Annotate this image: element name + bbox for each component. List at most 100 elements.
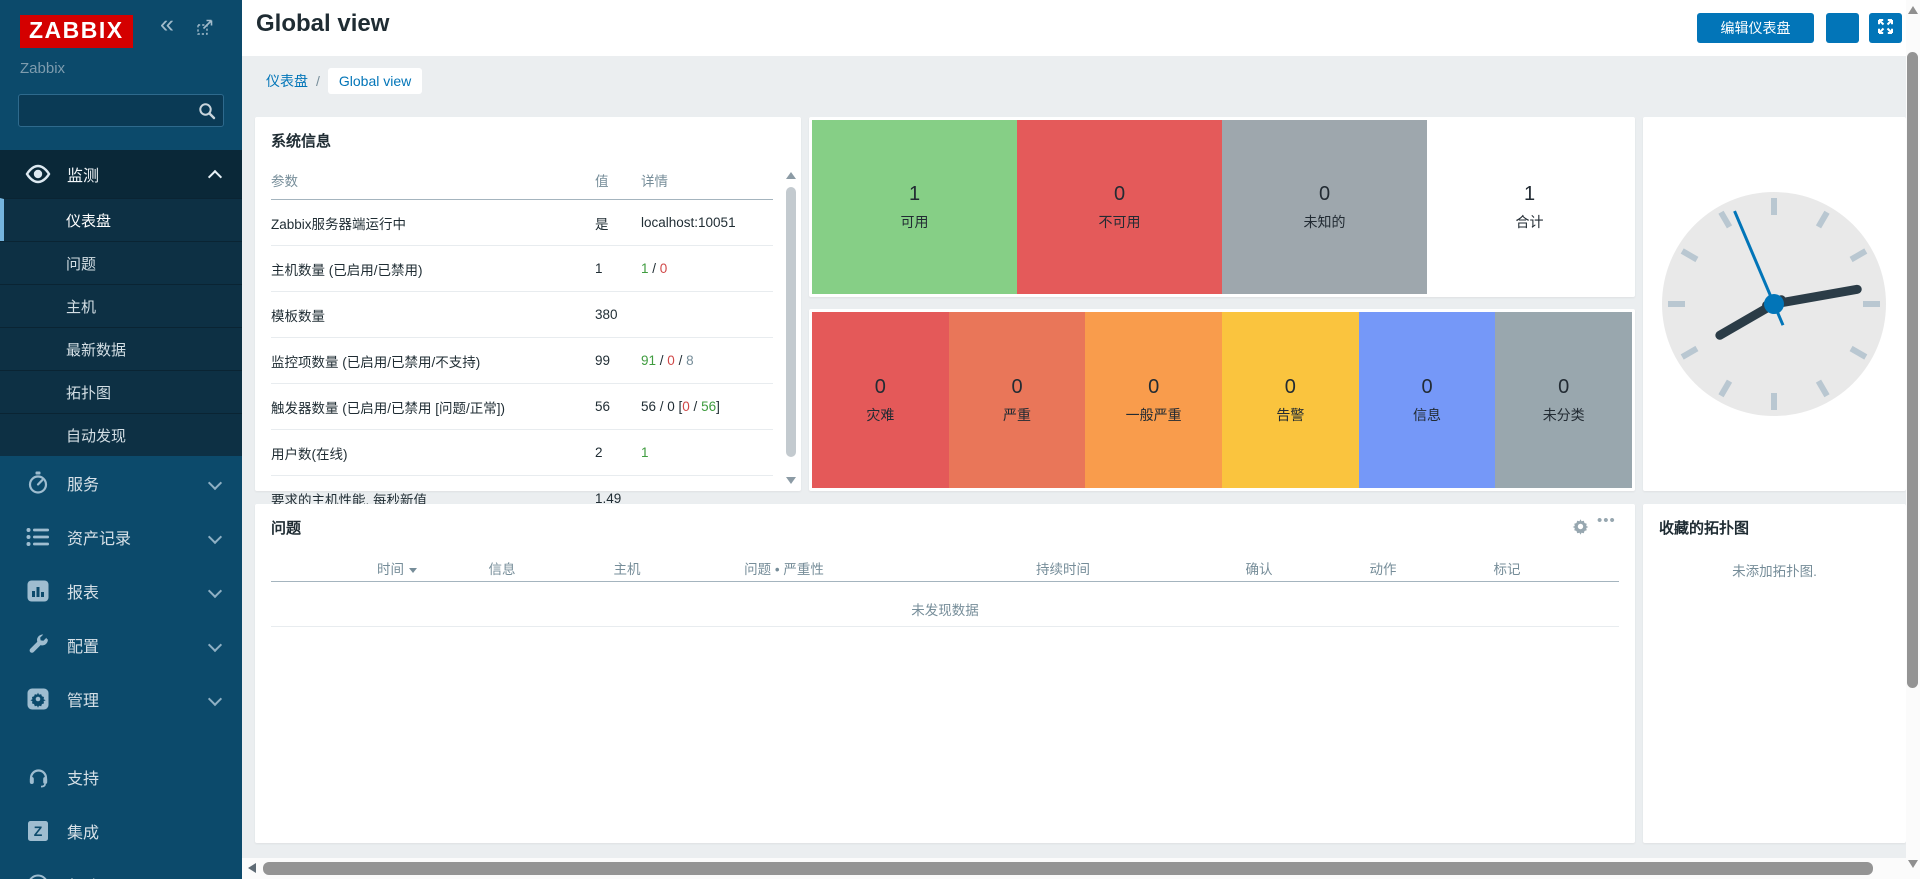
sidebar-menu: 监测 仪表盘 问题 主机 最新数据 拓扑图 自动发现 服务 — [0, 150, 242, 726]
severity-tile-information: 0 信息 — [1359, 312, 1496, 488]
stopwatch-icon — [25, 471, 51, 495]
dashboard-menu-button[interactable] — [1826, 13, 1859, 43]
column-header-severity: 问题 • 严重性 — [744, 558, 824, 578]
scrollbar-thumb[interactable] — [786, 187, 796, 457]
sidebar-group-monitoring[interactable]: 监测 — [0, 150, 242, 198]
table-row: 主机数量 (已启用/已禁用) 1 1 / 0 — [271, 246, 773, 292]
sidebar-group-inventory[interactable]: 资产记录 — [0, 510, 242, 564]
column-header: 参数 — [271, 161, 595, 200]
sidebar-item-support[interactable]: 支持 — [0, 750, 242, 804]
row-divider — [271, 626, 1619, 627]
scroll-down-arrow[interactable] — [1908, 860, 1918, 868]
gear-icon — [25, 688, 51, 710]
details-cell: 56 / 0 [0 / 56] — [641, 384, 773, 430]
table-row: 触发器数量 (已启用/已禁用 [问题/正常]) 56 56 / 0 [0 / 5… — [271, 384, 773, 430]
scrollbar-thumb[interactable] — [263, 862, 1873, 875]
chevron-up-icon — [208, 170, 222, 184]
severity-tile-average: 0 一般严重 — [1085, 312, 1222, 488]
tile-count: 0 — [1148, 376, 1159, 399]
sidebar-item-latest-data[interactable]: 最新数据 — [0, 327, 242, 370]
tile-label: 一般严重 — [1126, 405, 1182, 425]
sidebar-item-label: 集成 — [67, 819, 99, 843]
table-row: 模板数量 380 — [271, 292, 773, 338]
sidebar-popout-icon[interactable] — [196, 18, 214, 41]
sidebar-group-services[interactable]: 服务 — [0, 456, 242, 510]
chevron-down-icon — [208, 584, 222, 598]
sidebar-collapse-icon[interactable]: « — [160, 12, 174, 37]
edit-dashboard-button[interactable]: 编辑仪表盘 — [1697, 13, 1814, 43]
tile-count: 0 — [1421, 376, 1432, 399]
param-cell: Zabbix服务器端运行中 — [271, 200, 595, 246]
sidebar-item-hosts[interactable]: 主机 — [0, 284, 242, 327]
sidebar-group-administration[interactable]: 管理 — [0, 672, 242, 726]
column-header-ack: 确认 — [1246, 558, 1273, 578]
question-icon: ? — [25, 874, 51, 879]
tile-label: 未知的 — [1304, 212, 1346, 232]
breadcrumb-current-link[interactable]: Global view — [328, 68, 422, 94]
sidebar-item-maps[interactable]: 拓扑图 — [0, 370, 242, 413]
details-cell — [641, 292, 773, 338]
sidebar-item-label: 主机 — [66, 296, 96, 317]
vertical-scrollbar[interactable] — [1906, 0, 1920, 879]
sidebar: ZABBIX « Zabbix 监测 仪表盘 问题 主机 最新数据 拓扑图 — [0, 0, 242, 879]
horizontal-scrollbar[interactable] — [242, 858, 1906, 879]
scroll-up-arrow[interactable] — [786, 172, 796, 179]
tile-count: 0 — [1285, 376, 1296, 399]
param-cell: 模板数量 — [271, 292, 595, 338]
tile-label: 可用 — [901, 212, 929, 232]
sidebar-item-label: 仪表盘 — [66, 210, 111, 231]
fullscreen-icon — [1876, 17, 1895, 39]
sidebar-item-dashboard[interactable]: 仪表盘 — [0, 198, 242, 241]
param-cell: 监控项数量 (已启用/已禁用/不支持) — [271, 338, 595, 384]
widget-title: 收藏的拓扑图 — [1659, 517, 1749, 538]
column-header-time[interactable]: 时间 — [377, 558, 417, 578]
host-availability-widget: 1 可用 0 不可用 0 未知的 1 合计 — [809, 117, 1635, 297]
svg-text:Z: Z — [34, 823, 43, 839]
scroll-down-arrow[interactable] — [786, 477, 796, 484]
tile-label: 严重 — [1003, 405, 1031, 425]
scrollbar-thumb[interactable] — [1907, 52, 1918, 688]
empty-message: 未添加拓扑图. — [1643, 560, 1906, 580]
search-input[interactable] — [18, 94, 224, 127]
value-cell: 是 — [595, 200, 641, 246]
sidebar-group-configuration[interactable]: 配置 — [0, 618, 242, 672]
clock-widget — [1643, 117, 1906, 491]
system-info-table: 参数 值 详情 Zabbix服务器端运行中 是 localhost:10051 … — [271, 161, 773, 522]
availability-tile-total: 1 合计 — [1427, 120, 1632, 294]
severity-tile-not-classified: 0 未分类 — [1495, 312, 1632, 488]
sidebar-item-label: 自动发现 — [66, 425, 126, 446]
tile-count: 0 — [1114, 183, 1125, 206]
fullscreen-button[interactable] — [1869, 13, 1902, 43]
widget-settings-gear-icon[interactable] — [1572, 518, 1589, 540]
breadcrumb-dashboards-link[interactable]: 仪表盘 — [266, 71, 308, 91]
sidebar-item-discovery[interactable]: 自动发现 — [0, 413, 242, 456]
sidebar-group-reports[interactable]: 报表 — [0, 564, 242, 618]
availability-tile-available: 1 可用 — [812, 120, 1017, 294]
page-title: Global view — [256, 10, 389, 38]
chevron-down-icon — [208, 530, 222, 544]
param-cell: 主机数量 (已启用/已禁用) — [271, 246, 595, 292]
monitoring-submenu: 仪表盘 问题 主机 最新数据 拓扑图 自动发现 — [0, 198, 242, 456]
sidebar-item-problems[interactable]: 问题 — [0, 241, 242, 284]
value-cell: 380 — [595, 292, 641, 338]
availability-tile-unknown: 0 未知的 — [1222, 120, 1427, 294]
table-row: 监控项数量 (已启用/已禁用/不支持) 99 91 / 0 / 8 — [271, 338, 773, 384]
severity-tile-warning: 0 告警 — [1222, 312, 1359, 488]
value-cell: 1 — [595, 246, 641, 292]
system-info-widget: 系统信息 参数 值 详情 Zabbix服务器端运行中 是 localhost:1… — [255, 117, 801, 491]
breadcrumb: 仪表盘 / Global view — [266, 66, 422, 96]
tile-label: 灾难 — [866, 405, 894, 425]
sidebar-group-label: 服务 — [67, 471, 99, 495]
param-cell: 触发器数量 (已启用/已禁用 [问题/正常]) — [271, 384, 595, 430]
sidebar-item-help[interactable]: ? 帮助 — [0, 858, 242, 879]
widget-menu-ellipsis-icon[interactable]: ••• — [1597, 512, 1616, 529]
search-icon[interactable] — [198, 102, 216, 125]
scroll-left-arrow[interactable] — [248, 863, 256, 873]
column-header-duration: 持续时间 — [1036, 558, 1090, 578]
value-cell: 56 — [595, 384, 641, 430]
zabbix-logo[interactable]: ZABBIX — [20, 15, 133, 48]
eye-icon — [25, 163, 51, 185]
sidebar-item-integrations[interactable]: Z 集成 — [0, 804, 242, 858]
scroll-up-arrow[interactable] — [1908, 6, 1918, 14]
tile-label: 未分类 — [1543, 405, 1585, 425]
